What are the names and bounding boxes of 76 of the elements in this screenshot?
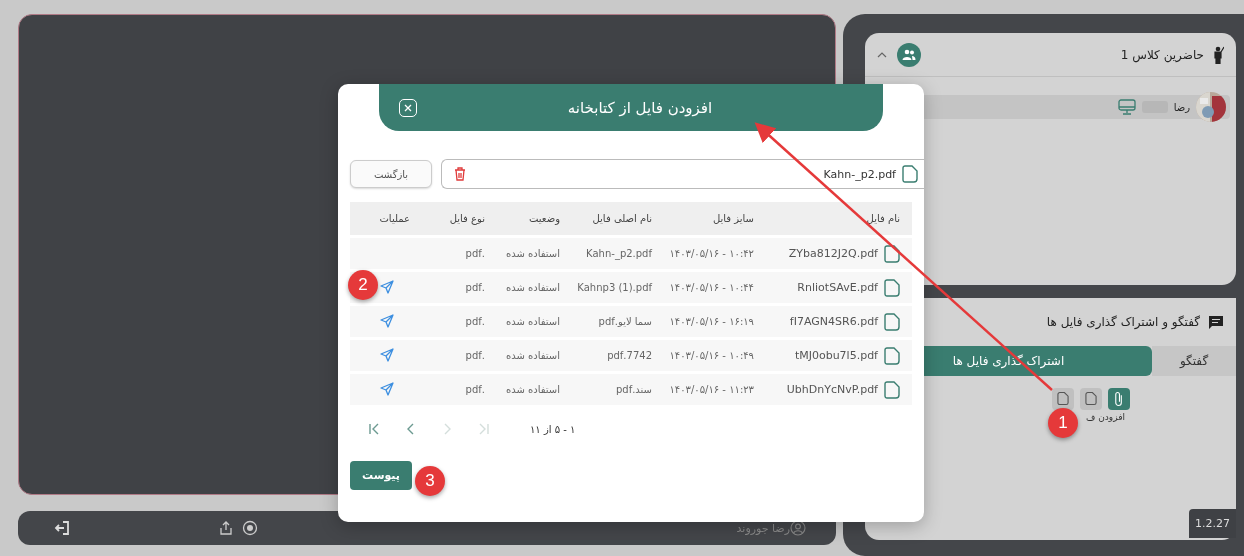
- table-cell: .pdf: [422, 238, 497, 269]
- column-header: عملیات: [350, 202, 422, 235]
- tab[interactable]: گفتگو: [1152, 346, 1236, 376]
- send-icon: [380, 279, 394, 294]
- group-icon: [902, 48, 916, 61]
- file-icon: [884, 380, 900, 399]
- file-icon: [884, 278, 900, 297]
- selected-file-name: Kahn-_p2.pdf: [823, 167, 896, 181]
- table-cell: استفاده شده: [497, 306, 572, 337]
- selected-file-field[interactable]: Kahn-_p2.pdf: [441, 159, 924, 189]
- table-cell: استفاده شده: [497, 374, 572, 405]
- file-name: ZYba812J2Q.pdf: [788, 247, 878, 260]
- exit-icon[interactable]: [54, 521, 70, 535]
- file-name: fI7AGN4SR6.pdf: [789, 315, 878, 328]
- table-cell: Kahn-_p2.pdf: [572, 238, 664, 269]
- file-tool-button[interactable]: [1051, 388, 1074, 410]
- table-cell: ۱۰:۴۹ - ۱۴۰۳/۰۵/۱۶: [664, 340, 766, 371]
- file-name: UbhDnYcNvP.pdf: [786, 383, 878, 396]
- send-icon: [380, 313, 394, 328]
- file-icon: [884, 312, 900, 331]
- attach-button[interactable]: پیوست: [350, 461, 412, 490]
- participant-name: رضا: [1173, 101, 1190, 113]
- column-header: نام اصلی فایل: [572, 202, 664, 235]
- file-name: RnliotSAvE.pdf: [797, 281, 878, 294]
- table-cell: سند.pdf: [572, 374, 664, 405]
- table-cell: .pdf: [422, 272, 497, 303]
- dialog-title: افزودن فایل از کتابخانه: [566, 98, 714, 117]
- column-header: سایز فایل: [664, 202, 766, 235]
- table-cell: سما لایو.pdf: [572, 306, 664, 337]
- send-button[interactable]: [380, 313, 394, 328]
- table-cell: .pdf: [422, 374, 497, 405]
- caret-icon[interactable]: [877, 51, 887, 58]
- version-label: 1.2.27: [1189, 509, 1236, 538]
- back-button[interactable]: بازگشت: [350, 160, 432, 188]
- table-cell: .pdf: [422, 340, 497, 371]
- column-header: وضعیت: [497, 202, 572, 235]
- send-icon: [380, 347, 394, 362]
- send-button[interactable]: [380, 381, 394, 396]
- close-button[interactable]: [399, 98, 417, 117]
- file-icon: [1084, 391, 1097, 407]
- send-icon: [380, 381, 394, 396]
- trash-icon[interactable]: [454, 167, 466, 181]
- close-icon: [404, 103, 412, 112]
- panel-title: گفتگو و اشتراک گذاری فایل ها: [1046, 315, 1200, 329]
- send-button[interactable]: [380, 347, 394, 362]
- table-cell: استفاده شده: [497, 340, 572, 371]
- share-icon[interactable]: [218, 520, 234, 536]
- tool-label: افزودن ف: [1086, 412, 1125, 422]
- record-icon[interactable]: [242, 520, 258, 536]
- paperclip-icon: [1112, 391, 1125, 407]
- user-name: رضا جوروند: [736, 521, 790, 535]
- group-button[interactable]: [897, 42, 921, 67]
- column-header: نوع فایل: [422, 202, 497, 235]
- table-cell: .pdf: [422, 306, 497, 337]
- page-range: ۱ - ۵ از ۱۱: [530, 423, 576, 435]
- monitor-icon: [1117, 99, 1136, 115]
- table-cell: 7742.pdf: [572, 340, 664, 371]
- file-icon: [1056, 391, 1069, 407]
- file-icon: [884, 346, 900, 365]
- table-cell: استفاده شده: [497, 272, 572, 303]
- table-cell: ۱۶:۱۹ - ۱۴۰۳/۰۵/۱۶: [664, 306, 766, 337]
- table-cell: ۱۰:۴۴ - ۱۴۰۳/۰۵/۱۶: [664, 272, 766, 303]
- user-icon: [790, 520, 806, 536]
- table-cell: ۱۰:۴۲ - ۱۴۰۳/۰۵/۱۶: [664, 238, 766, 269]
- file-tool-button[interactable]: [1079, 388, 1102, 410]
- file-icon: [884, 244, 900, 263]
- table-cell: Kahnp3 (1).pdf: [572, 272, 664, 303]
- send-button[interactable]: [380, 279, 394, 294]
- chat-icon: [1208, 314, 1224, 330]
- column-header: نام فایل: [766, 202, 912, 235]
- person-icon: [1212, 45, 1224, 64]
- attach-tool-button[interactable]: [1107, 388, 1130, 410]
- file-icon: [902, 165, 918, 183]
- table-cell: ۱۱:۲۳ - ۱۴۰۳/۰۵/۱۶: [664, 374, 766, 405]
- panel-title: حاضرین کلاس 1: [1120, 47, 1204, 62]
- table-cell: استفاده شده: [497, 238, 572, 269]
